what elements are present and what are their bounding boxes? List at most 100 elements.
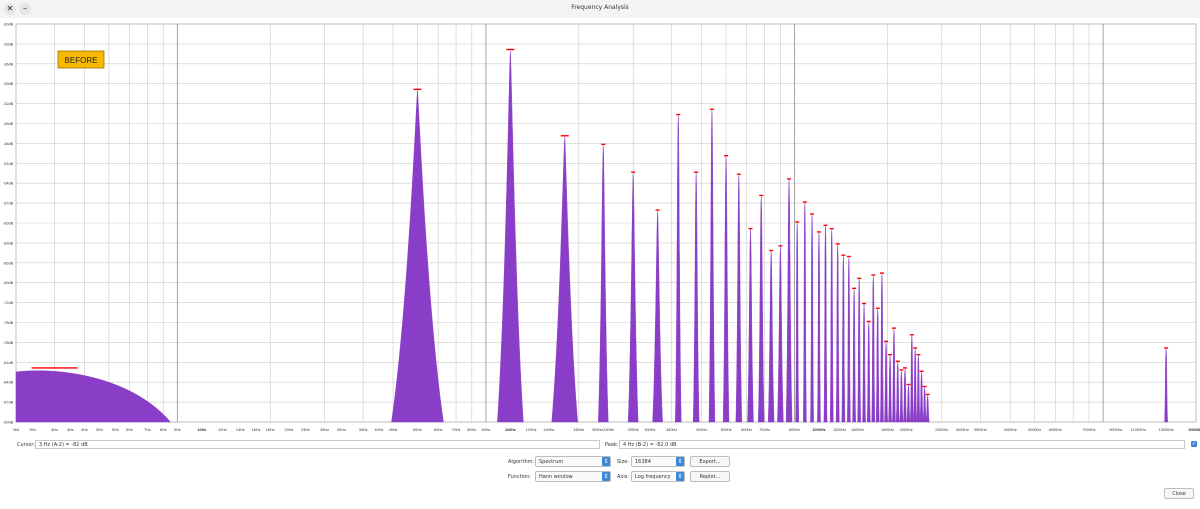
size-value: 16384	[635, 459, 651, 465]
function-label: Function:	[508, 474, 531, 480]
x-tick-label: 7000Hz	[1082, 428, 1095, 432]
y-tick-label: -69dB	[3, 281, 14, 285]
x-tick-label: 2000Hz	[900, 428, 913, 432]
x-tick-label: 8Hz	[160, 428, 167, 432]
y-tick-label: -36dB	[3, 62, 14, 66]
chevron-updown-icon: ⇕	[602, 457, 610, 466]
x-tick-label: 1600Hz	[881, 428, 894, 432]
spectrum-plot[interactable]: -30dB -33dB -36dB -39dB -42dB -45dB -48dB -51dB…	[0, 18, 1200, 436]
y-tick-label: -63dB	[3, 241, 14, 245]
x-tick-label: 120Hz	[526, 428, 537, 432]
x-tick-label: 340Hz	[666, 428, 677, 432]
cursor-label: Cursor:	[17, 442, 36, 448]
grids-checkbox[interactable]: ✓	[1191, 441, 1197, 447]
x-tick-label: 700Hz	[759, 428, 770, 432]
x-tick-label: 9Hz	[174, 428, 181, 432]
export-button[interactable]: Export...	[690, 456, 730, 467]
x-tick-label: 100Hz	[505, 428, 516, 432]
x-tick-label: 90Hz	[481, 428, 490, 432]
x-tick-label: 5000Hz	[1028, 428, 1041, 432]
x-tick-label: 4000Hz	[1004, 428, 1017, 432]
y-tick-label: -33dB	[3, 42, 14, 46]
y-tick-label: -75dB	[3, 321, 14, 325]
size-label: Size:	[617, 459, 629, 465]
x-tick-label: 3500Hz	[974, 428, 987, 432]
x-tick-label: 3Hz	[13, 428, 20, 432]
x-tick-label: 6Hz	[126, 428, 133, 432]
x-tick-label: 1200Hz	[833, 428, 846, 432]
x-tick-label: 4Hz	[81, 428, 88, 432]
axis-label: Axis:	[617, 474, 630, 480]
x-tick-label: 11000Hz	[1131, 428, 1146, 432]
x-tick-label: 45Hz	[389, 428, 398, 432]
algorithm-label: Algorithm:	[508, 459, 535, 465]
x-tick-label: 10Hz	[197, 428, 206, 432]
replot-button[interactable]: Replot...	[690, 471, 730, 482]
before-annotation-label: BEFORE	[65, 56, 98, 65]
chevron-updown-icon: ⇕	[676, 457, 684, 466]
x-tick-label: 5Hz	[112, 428, 119, 432]
x-tick-label: 3000Hz	[956, 428, 969, 432]
y-tick-label: -84dB	[3, 381, 14, 385]
x-tick-label: 16Hz	[252, 428, 261, 432]
title-bar: ✕ – Frequency Analysis	[0, 0, 1200, 18]
y-tick-label: -90dB	[3, 421, 14, 425]
function-value: Hann window	[539, 474, 573, 480]
x-tick-label: 140Hz	[543, 428, 554, 432]
chevron-updown-icon: ⇕	[676, 472, 684, 481]
x-tick-label: 4Hz	[51, 428, 58, 432]
y-tick-label: -54dB	[3, 182, 14, 186]
x-tick-label: 34Hz	[359, 428, 368, 432]
y-tick-label: -87dB	[3, 401, 14, 405]
algorithm-value: Spectrum	[539, 459, 564, 465]
y-tick-label: -51dB	[3, 162, 14, 166]
x-tick-label: 800Hz	[789, 428, 800, 432]
close-button[interactable]: Close	[1164, 488, 1194, 499]
y-tick-label: -42dB	[3, 102, 14, 106]
x-tick-label: 7Hz	[144, 428, 151, 432]
algorithm-select[interactable]: Spectrum ⇕	[535, 456, 611, 467]
x-tick-label: 160Hz	[573, 428, 584, 432]
y-axis-ticks: -30dB -33dB -36dB -39dB -42dB -45dB -48dB -51dB…	[3, 23, 14, 425]
x-tick-label: 14Hz	[236, 428, 245, 432]
y-tick-label: -39dB	[3, 82, 14, 86]
cursor-readout: 3 Hz (A-2) = -82 dB	[35, 440, 600, 449]
x-tick-label: 2300Hz	[935, 428, 948, 432]
x-tick-label: 40Hz	[374, 428, 383, 432]
chevron-updown-icon: ⇕	[602, 472, 610, 481]
y-tick-label: -45dB	[3, 122, 14, 126]
y-tick-label: -78dB	[3, 341, 14, 345]
x-tick-label: 70Hz	[452, 428, 461, 432]
x-tick-label: 18Hz	[266, 428, 275, 432]
x-tick-label: 250Hz	[628, 428, 639, 432]
window-title: Frequency Analysis	[571, 4, 629, 11]
y-tick-label: -48dB	[3, 142, 14, 146]
x-tick-label: 230Hz	[603, 428, 614, 432]
axis-select[interactable]: Log frequency ⇕	[631, 471, 685, 482]
x-tick-label: 20Hz	[285, 428, 294, 432]
x-tick-label: 3Hz	[29, 428, 36, 432]
x-tick-label: 80Hz	[467, 428, 476, 432]
y-tick-label: -81dB	[3, 361, 14, 365]
x-tick-label: 400Hz	[696, 428, 707, 432]
x-tick-label: 6000Hz	[1049, 428, 1062, 432]
function-select[interactable]: Hann window ⇕	[535, 471, 611, 482]
x-tick-label: 5Hz	[96, 428, 103, 432]
x-tick-label: 23Hz	[301, 428, 310, 432]
y-tick-label: -66dB	[3, 261, 14, 265]
x-tick-label: 60Hz	[434, 428, 443, 432]
x-tick-label: 30Hz	[337, 428, 346, 432]
x-tick-label: 20000Hz	[1188, 428, 1200, 432]
x-tick-label: 50Hz	[413, 428, 422, 432]
axis-value: Log frequency	[635, 474, 671, 480]
x-tick-label: 500Hz	[721, 428, 732, 432]
y-tick-label: -30dB	[3, 23, 14, 27]
size-select[interactable]: 16384 ⇕	[631, 456, 685, 467]
x-tick-label: 26Hz	[320, 428, 329, 432]
x-tick-label: 4Hz	[67, 428, 74, 432]
peak-readout: 4 Hz (B-2) = -82.0 dB	[619, 440, 1185, 449]
x-tick-label: 300Hz	[644, 428, 655, 432]
peak-label: Peak:	[605, 442, 619, 448]
x-tick-label: 12Hz	[218, 428, 227, 432]
x-tick-label: 1400Hz	[851, 428, 864, 432]
